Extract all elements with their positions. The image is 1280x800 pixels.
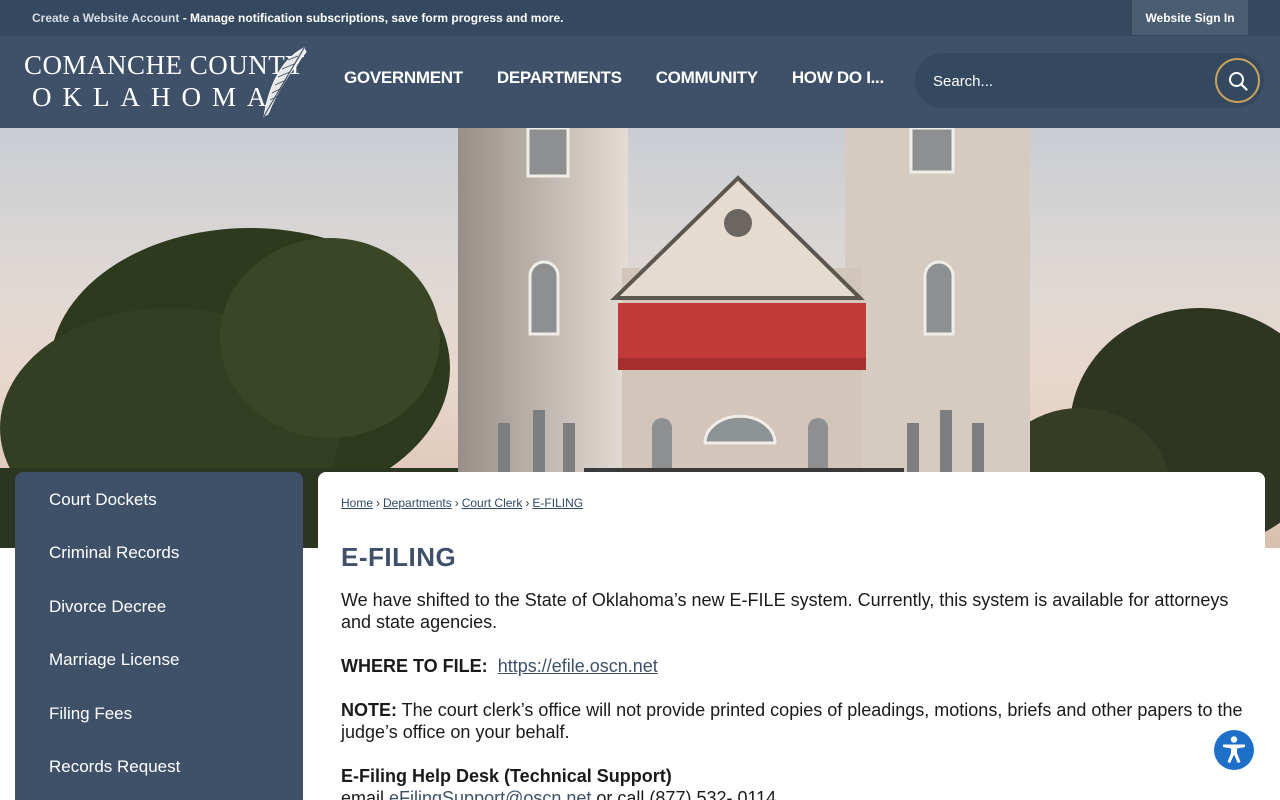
search-button[interactable] xyxy=(1215,58,1260,103)
main-content: Home › Departments › Court Clerk › E-FILING E-… xyxy=(318,472,1265,800)
breadcrumb: Home › Departments › Court Clerk › E-FILING xyxy=(341,496,583,510)
page-title: E-FILING xyxy=(341,542,457,572)
search-icon xyxy=(1228,71,1248,91)
breadcrumb-e-filing[interactable]: E-FILING xyxy=(532,496,583,510)
where-to-file: WHERE TO FILE: https://efile.oscn.net xyxy=(341,655,1246,677)
note-paragraph: NOTE: The court clerk’s office will not … xyxy=(341,699,1246,743)
sidebar-navigation: Court Dockets Criminal Records Divorce D… xyxy=(15,472,303,800)
breadcrumb-departments[interactable]: Departments xyxy=(383,496,452,510)
breadcrumb-separator: › xyxy=(525,496,530,510)
nav-community[interactable]: COMMUNITY xyxy=(656,68,758,88)
note-label: NOTE: xyxy=(341,700,397,720)
search-input[interactable] xyxy=(933,69,1193,93)
county-logo[interactable]: COMANCHE COUNTY OKLAHOMA xyxy=(22,44,312,120)
breadcrumb-court-clerk[interactable]: Court Clerk xyxy=(462,496,523,510)
sidebar-item-marriage-license[interactable]: Marriage License xyxy=(49,650,179,670)
nav-departments[interactable]: DEPARTMENTS xyxy=(497,68,622,88)
logo-line-2: OKLAHOMA xyxy=(32,82,278,112)
helpdesk-section: E-Filing Help Desk (Technical Support) e… xyxy=(341,765,1246,800)
efile-link[interactable]: https://efile.oscn.net xyxy=(498,656,658,676)
helpdesk-title: E-Filing Help Desk (Technical Support) xyxy=(341,766,672,786)
helpdesk-phone: or call (877) 532- 0114 xyxy=(591,788,777,800)
note-text: The court clerk’s office will not provid… xyxy=(341,700,1243,742)
helpdesk-email-prefix: email xyxy=(341,788,390,800)
feather-icon xyxy=(263,47,307,117)
create-account-description: - Manage notification subscriptions, sav… xyxy=(179,11,564,25)
top-utility-bar: Create a Website Account - Manage notifi… xyxy=(0,0,1280,36)
create-account-link[interactable]: Create a Website Account xyxy=(32,11,179,25)
breadcrumb-separator: › xyxy=(376,496,381,510)
helpdesk-email-link[interactable]: eFilingSupport@oscn.net xyxy=(389,788,591,800)
main-navigation: GOVERNMENT DEPARTMENTS COMMUNITY HOW DO … xyxy=(344,68,918,88)
sidebar-item-records-request[interactable]: Records Request xyxy=(49,757,180,777)
sidebar-item-divorce-decree[interactable]: Divorce Decree xyxy=(49,597,166,617)
accessibility-button[interactable] xyxy=(1213,729,1255,771)
search-box xyxy=(915,53,1264,108)
breadcrumb-separator: › xyxy=(454,496,459,510)
sidebar-item-criminal-records[interactable]: Criminal Records xyxy=(49,543,179,563)
sidebar-item-court-dockets[interactable]: Court Dockets xyxy=(49,490,157,510)
account-message: Create a Website Account - Manage notifi… xyxy=(32,11,563,25)
nav-government[interactable]: GOVERNMENT xyxy=(344,68,463,88)
intro-paragraph: We have shifted to the State of Oklahoma… xyxy=(341,590,1229,632)
website-sign-in-button[interactable]: Website Sign In xyxy=(1132,0,1248,35)
sidebar-item-filing-fees[interactable]: Filing Fees xyxy=(49,704,132,724)
accessibility-icon xyxy=(1214,730,1254,770)
where-to-file-label: WHERE TO FILE: xyxy=(341,656,488,676)
breadcrumb-home[interactable]: Home xyxy=(341,496,373,510)
site-header: COMANCHE COUNTY OKLAHOMA GOVERNMENT DEPA… xyxy=(0,36,1280,128)
nav-how-do-i[interactable]: HOW DO I... xyxy=(792,68,884,88)
